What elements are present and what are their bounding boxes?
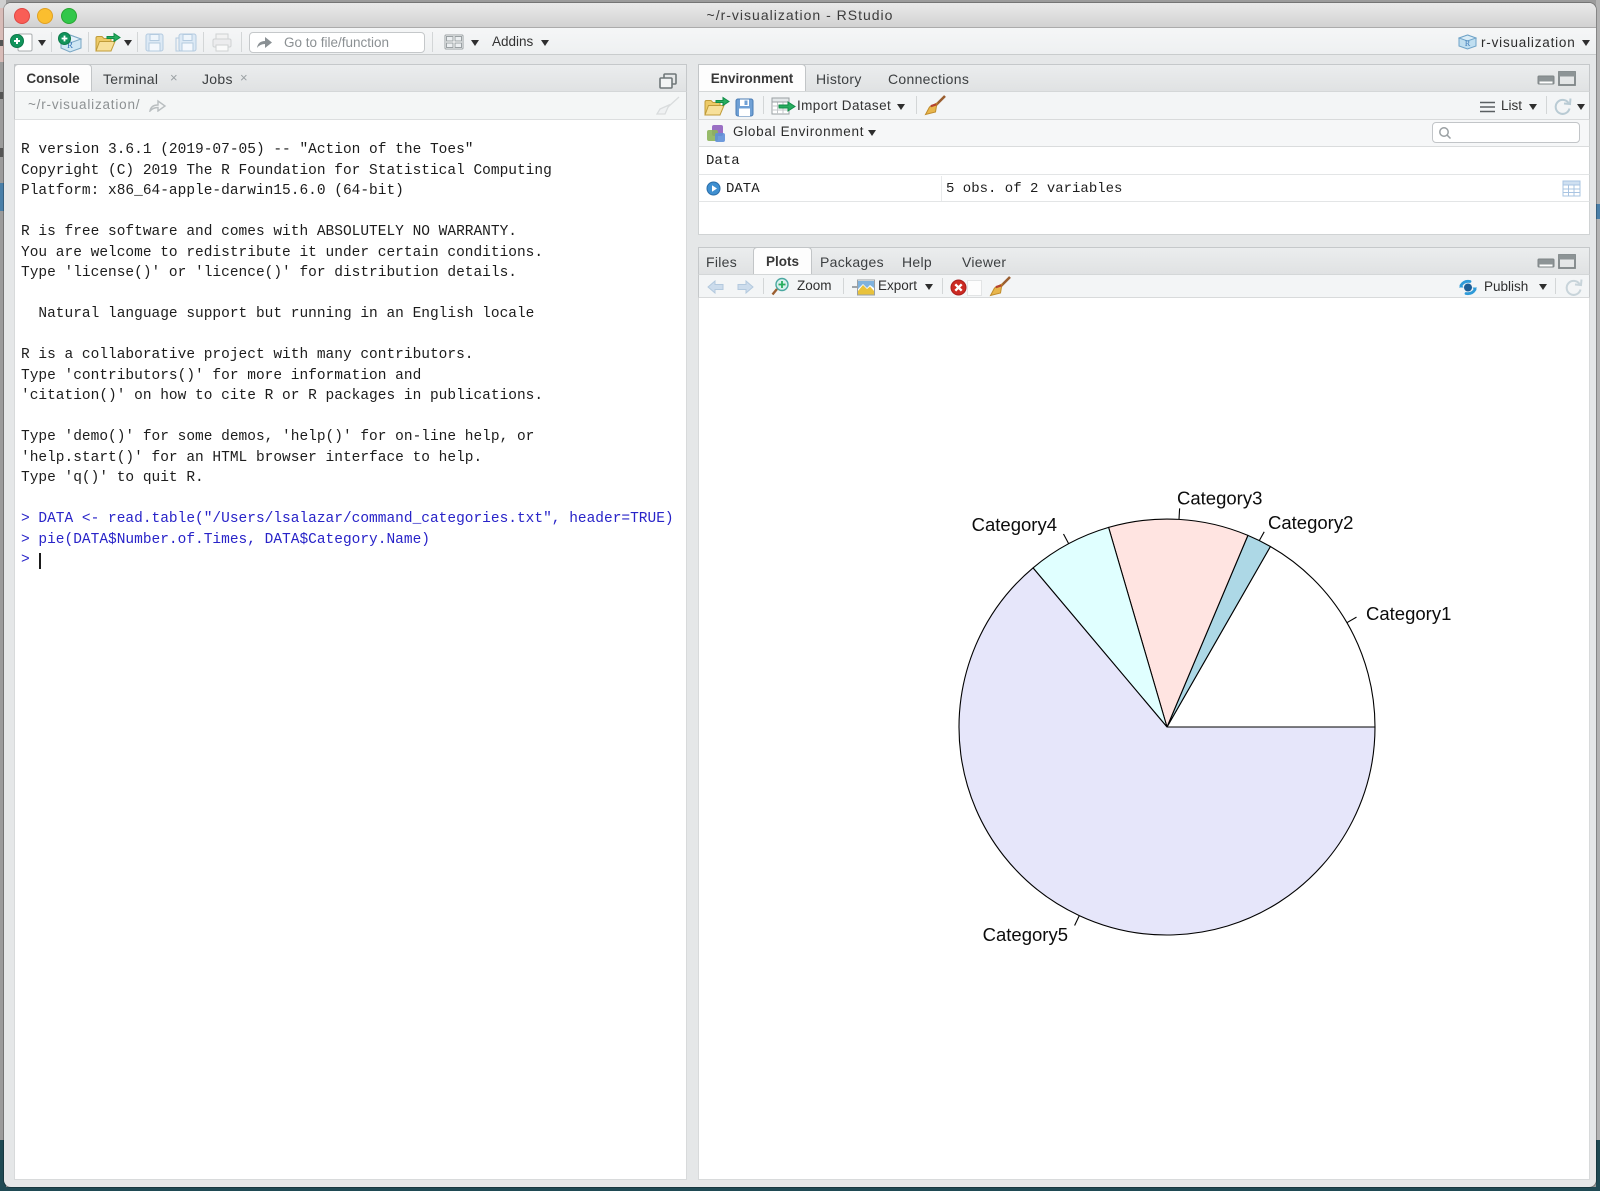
svg-text:R: R — [1465, 39, 1471, 48]
svg-text:Category3: Category3 — [1177, 488, 1262, 509]
svg-text:Category1: Category1 — [1366, 603, 1451, 624]
svg-text:Category5: Category5 — [983, 924, 1068, 945]
svg-text:Category4: Category4 — [972, 514, 1057, 535]
svg-text:Category2: Category2 — [1268, 512, 1353, 533]
